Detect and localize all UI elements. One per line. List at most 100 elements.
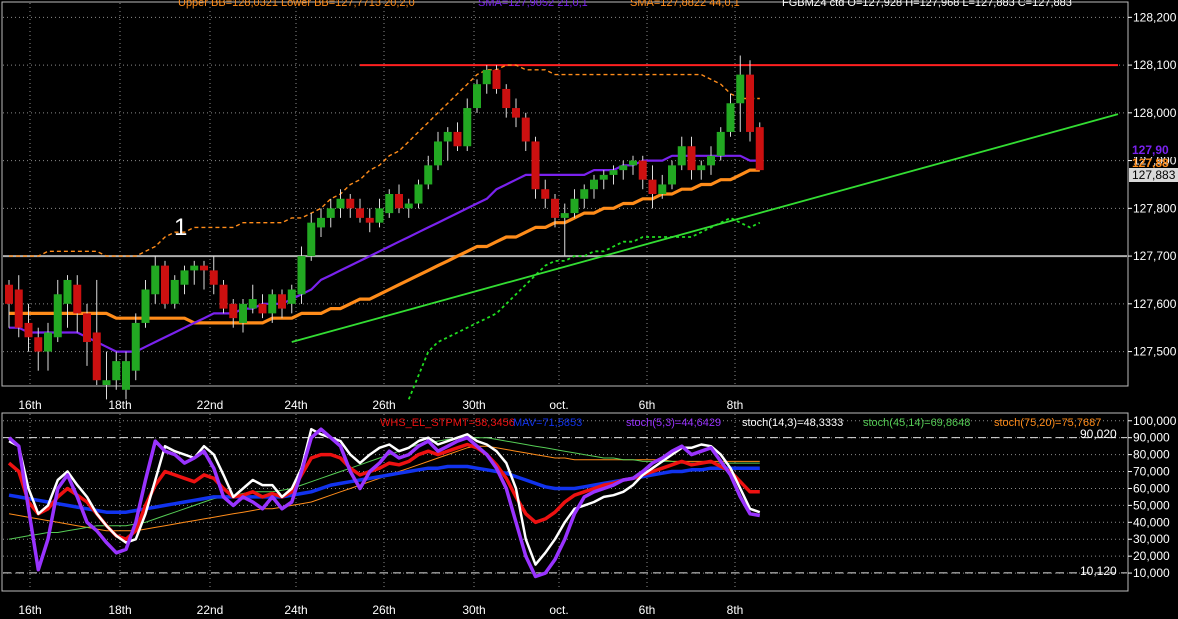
candle-body [122, 361, 130, 390]
ind-xtick-label: 26th [372, 603, 395, 617]
wave-annotation: 1 [174, 214, 187, 241]
candle-body [83, 313, 91, 343]
candle-body [365, 217, 374, 223]
ind-xtick-label: 6th [639, 603, 656, 617]
candle-body [512, 108, 520, 118]
candle-body [473, 84, 481, 109]
candle-body [326, 208, 335, 218]
candle-body [190, 265, 199, 271]
candle-body [590, 179, 598, 190]
price-ytick-label: 127,800 [1133, 201, 1177, 215]
candle-body [307, 222, 316, 257]
ind-ytick-label: 40,000 [1133, 515, 1170, 529]
ind-xtick-label: 16th [18, 603, 41, 617]
candle-body [463, 108, 472, 147]
level-hi-label: 90,020 [1080, 427, 1117, 441]
candle-body [453, 131, 462, 147]
ind-xtick-label: 30th [462, 603, 485, 617]
price-xtick-label: 22nd [197, 398, 224, 412]
candle-body [443, 131, 452, 142]
candle-body [658, 184, 667, 194]
candle-body [404, 203, 413, 209]
ind-ytick-label: 70,000 [1133, 465, 1170, 479]
price-ytick-label: 127,500 [1133, 345, 1177, 359]
price-xtick-label: 6th [639, 398, 656, 412]
ind-ytick-label: 50,000 [1133, 498, 1170, 512]
candle-body [648, 179, 657, 194]
candle-body [521, 117, 530, 142]
candle-body [161, 265, 169, 304]
candle-body [92, 332, 101, 381]
candle-body [200, 265, 208, 271]
price-ytick-label: 128,200 [1133, 10, 1177, 24]
candle-body [551, 198, 559, 218]
candle-body [170, 279, 179, 304]
mav-header: MAV=71,5853 [513, 417, 582, 429]
candle-body [482, 69, 491, 85]
candle-body [287, 289, 296, 304]
candle-body [746, 74, 754, 132]
candle-body [219, 284, 228, 309]
candle-body [609, 170, 618, 175]
ind-ytick-label: 80,000 [1133, 448, 1170, 462]
level-lo-label: 10,120 [1080, 564, 1117, 578]
ind-ytick-label: 20,000 [1133, 549, 1170, 563]
candle-body [141, 289, 150, 323]
price-ytick-label: 128,100 [1133, 58, 1177, 72]
price-ytick-label: 127,600 [1133, 297, 1177, 311]
bb-header: Upper BB=128,0321 Lower BB=127,7713 20,2… [178, 0, 415, 9]
price-panel-frame [1, 1, 1129, 387]
price-xtick-label: oct. [549, 398, 568, 412]
price-ytick-label: 128,000 [1133, 106, 1177, 120]
stoch1-header: stoch(5,3)=44,6429 [626, 417, 721, 429]
candle-body [502, 88, 511, 109]
price-label-sma: 127,90 [1132, 143, 1169, 157]
candle-body [580, 189, 589, 199]
candle-body [229, 303, 238, 319]
candle-body [73, 284, 82, 314]
candle-body [297, 256, 306, 295]
candle-body [112, 361, 121, 381]
candle-body [541, 189, 550, 199]
candle-body [102, 380, 111, 385]
sma-slow-header: SMA=127,8822 44,0,1 [630, 0, 740, 9]
ind-xtick-label: 18th [108, 603, 131, 617]
candle-body [687, 146, 696, 171]
ind-ytick-label: 30,000 [1133, 532, 1170, 546]
candle-body [395, 194, 403, 209]
chart-svg[interactable]: Upper BB=128,0321 Lower BB=127,7713 20,2… [0, 0, 1178, 619]
candle-body [492, 69, 501, 89]
candle-body [619, 165, 628, 171]
price-ytick-label: 127,700 [1133, 249, 1177, 263]
candle-body [668, 165, 676, 185]
candle-body [638, 160, 647, 180]
candle-body [268, 294, 277, 314]
ind-ytick-label: 10,000 [1133, 566, 1170, 580]
ind-ytick-label: 100,000 [1133, 414, 1177, 428]
candle-body [570, 198, 579, 214]
price-label-last: 127,883 [1132, 168, 1176, 182]
candle-body [53, 294, 62, 338]
candle-body [697, 165, 706, 171]
candle-body [248, 299, 257, 309]
stoch3-header: stoch(45,14)=69,8648 [863, 417, 970, 429]
candle-body [531, 141, 540, 190]
candle-body [375, 208, 384, 223]
price-xtick-label: 16th [18, 398, 41, 412]
ohlc-header: FGBMZ4 ctd O=127,928 H=127,968 L=127,883… [782, 0, 1072, 9]
candle-body [14, 289, 23, 328]
candle-body [599, 174, 608, 180]
candle-body [346, 198, 355, 209]
price-xtick-label: 18th [108, 398, 131, 412]
candle-body [677, 146, 686, 166]
candle-body [34, 337, 43, 352]
candle-body [239, 303, 247, 323]
candle-body [151, 265, 160, 295]
candle-body [707, 155, 715, 166]
candle-body [317, 217, 325, 228]
candle-body [560, 213, 569, 218]
price-xtick-label: 30th [462, 398, 485, 412]
candle-body [414, 184, 423, 204]
price-xtick-label: 24th [284, 398, 307, 412]
ind-ytick-label: 90,000 [1133, 431, 1170, 445]
